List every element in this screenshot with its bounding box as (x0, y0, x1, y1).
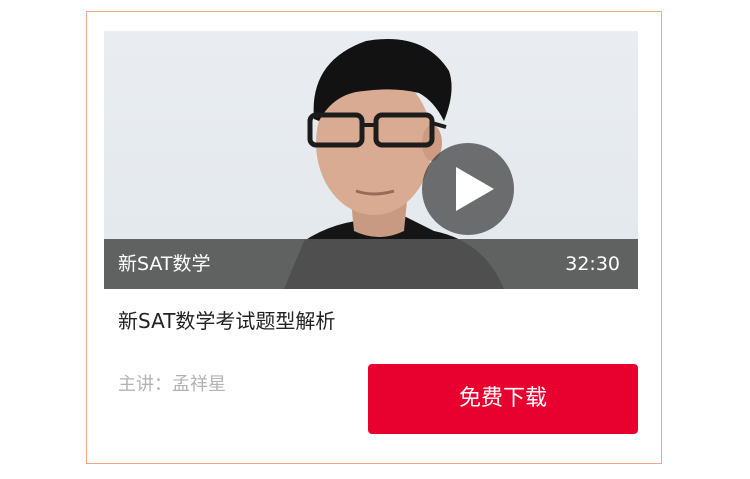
video-duration: 32:30 (565, 253, 620, 275)
instructor-label: 主讲：孟祥星 (118, 374, 226, 395)
course-title[interactable]: 新SAT数学考试题型解析 (118, 306, 335, 336)
play-icon (456, 167, 494, 211)
free-download-button[interactable]: 免费下载 (368, 364, 638, 434)
video-info-bar: 新SAT数学 32:30 (104, 239, 638, 289)
video-thumbnail[interactable]: 新SAT数学 32:30 (104, 31, 638, 289)
play-button[interactable] (422, 143, 514, 235)
video-title: 新SAT数学 (118, 253, 211, 275)
